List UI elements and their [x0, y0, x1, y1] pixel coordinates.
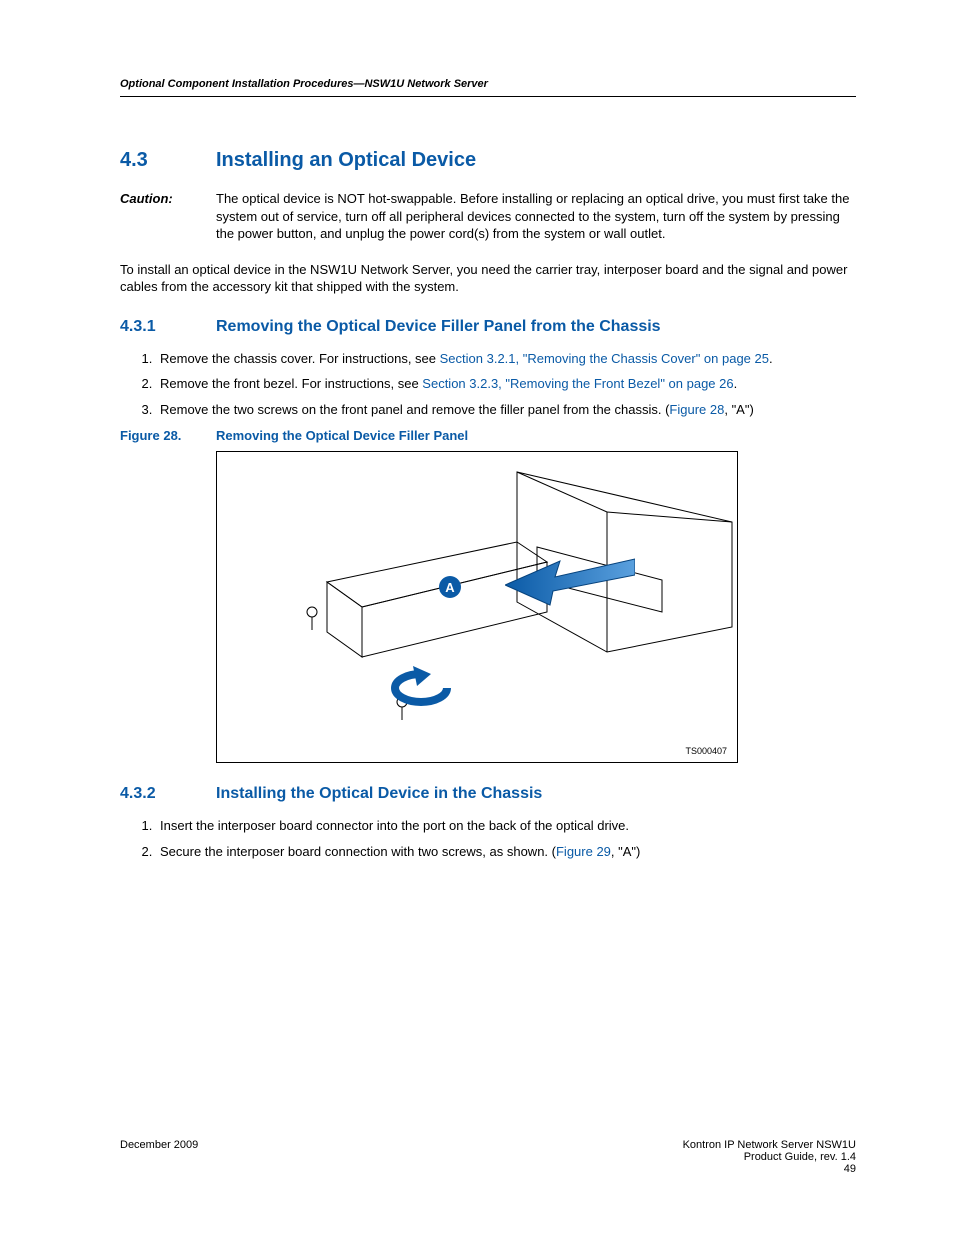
subsection-number: 4.3.1 — [120, 318, 216, 336]
chassis-diagram-icon — [217, 452, 737, 762]
unscrew-arrow-icon — [387, 664, 457, 712]
figure-id-label: TS000407 — [685, 746, 727, 756]
caution-block: Caution: The optical device is NOT hot-s… — [120, 190, 856, 243]
subsection-number: 4.3.2 — [120, 785, 216, 803]
section-heading: 4.3 Installing an Optical Device — [120, 149, 856, 172]
step-text: Remove the two screws on the front panel… — [160, 402, 669, 417]
list-item: Insert the interposer board connector in… — [156, 817, 856, 835]
list-item: Secure the interposer board connection w… — [156, 843, 856, 861]
cross-reference-link[interactable]: Figure 29 — [556, 844, 611, 859]
caution-label: Caution: — [120, 190, 216, 243]
footer-date: December 2009 — [120, 1139, 198, 1175]
footer-guide: Product Guide, rev. 1.4 — [683, 1151, 856, 1163]
list-item: Remove the chassis cover. For instructio… — [156, 350, 856, 368]
step-text: . — [769, 351, 773, 366]
procedure-list: Remove the chassis cover. For instructio… — [134, 350, 856, 419]
step-text: , "A") — [724, 402, 753, 417]
insert-arrow-icon — [505, 547, 635, 607]
subsection-title: Installing the Optical Device in the Cha… — [216, 785, 856, 803]
subsection-title: Removing the Optical Device Filler Panel… — [216, 318, 856, 336]
subsection-heading: 4.3.2 Installing the Optical Device in t… — [120, 785, 856, 803]
caution-text: The optical device is NOT hot-swappable.… — [216, 190, 856, 243]
footer-product: Kontron IP Network Server NSW1U — [683, 1139, 856, 1151]
figure-number: Figure 28. — [120, 428, 216, 443]
list-item: Remove the two screws on the front panel… — [156, 401, 856, 419]
header-rule — [120, 96, 856, 97]
intro-paragraph: To install an optical device in the NSW1… — [120, 261, 856, 296]
step-text: Remove the front bezel. For instructions… — [160, 376, 422, 391]
figure-illustration: A TS000407 — [216, 451, 738, 763]
step-text: Insert the interposer board connector in… — [160, 818, 629, 833]
step-text: . — [734, 376, 738, 391]
section-title: Installing an Optical Device — [216, 149, 856, 172]
figure-title: Removing the Optical Device Filler Panel — [216, 428, 468, 443]
step-text: Remove the chassis cover. For instructio… — [160, 351, 440, 366]
step-text: , "A") — [611, 844, 640, 859]
figure-caption: Figure 28.Removing the Optical Device Fi… — [120, 428, 856, 443]
step-text: Secure the interposer board connection w… — [160, 844, 556, 859]
section-number: 4.3 — [120, 149, 216, 172]
cross-reference-link[interactable]: Section 3.2.1, "Removing the Chassis Cov… — [440, 351, 769, 366]
running-header: Optional Component Installation Procedur… — [120, 78, 856, 90]
page-footer: December 2009 Kontron IP Network Server … — [120, 1139, 856, 1175]
subsection-heading: 4.3.1 Removing the Optical Device Filler… — [120, 318, 856, 336]
cross-reference-link[interactable]: Section 3.2.3, "Removing the Front Bezel… — [422, 376, 733, 391]
procedure-list: Insert the interposer board connector in… — [134, 817, 856, 860]
cross-reference-link[interactable]: Figure 28 — [669, 402, 724, 417]
list-item: Remove the front bezel. For instructions… — [156, 375, 856, 393]
footer-page-number: 49 — [683, 1163, 856, 1175]
